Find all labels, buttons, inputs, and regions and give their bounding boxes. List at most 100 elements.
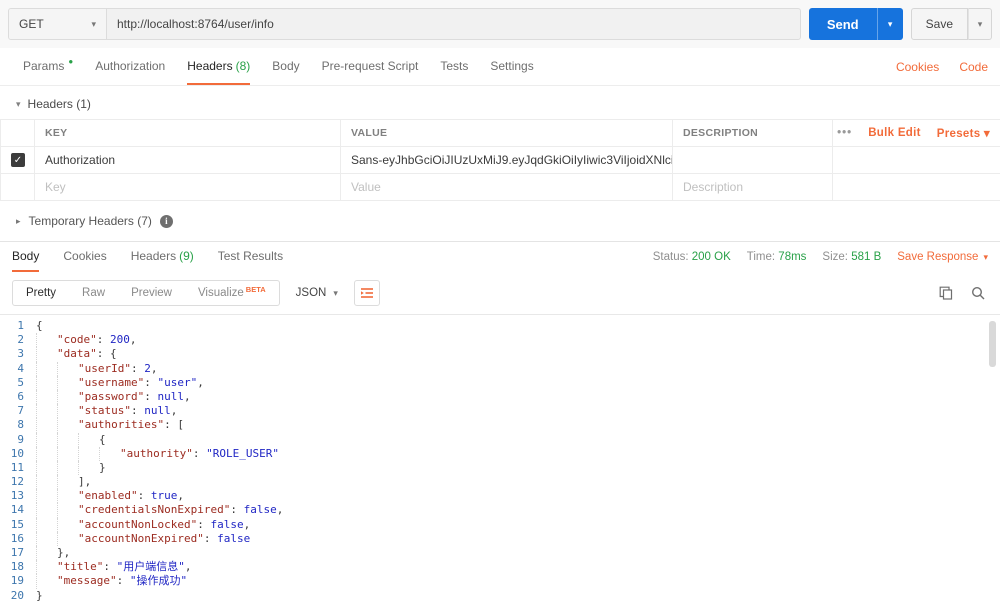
- response-tab-body[interactable]: Body: [12, 242, 40, 272]
- code-line: 6 "password": null,: [0, 389, 1000, 405]
- method-select[interactable]: GET ▾: [9, 9, 107, 39]
- view-pretty[interactable]: Pretty: [13, 281, 69, 305]
- language-select-label: JSON: [295, 287, 327, 299]
- send-dropdown-button[interactable]: ▾: [876, 8, 903, 40]
- tab-pre-request-script[interactable]: Pre-request Script: [322, 48, 419, 85]
- save-label: Save: [925, 17, 953, 31]
- header-key-cell[interactable]: Authorization: [34, 146, 341, 174]
- method-label: GET: [19, 17, 44, 31]
- line-number: 16: [10, 531, 24, 545]
- code-line: 7 "status": null,: [0, 404, 1000, 419]
- key-column-header: KEY: [34, 119, 341, 147]
- tab-headers[interactable]: Headers (8): [187, 48, 251, 85]
- size-label: Size:: [822, 251, 848, 263]
- line-number: 18: [10, 560, 24, 574]
- url-group: GET ▾: [8, 8, 801, 40]
- search-button[interactable]: [968, 283, 988, 303]
- code-line: 4 "userId": 2,: [0, 361, 1000, 376]
- view-preview[interactable]: Preview: [118, 281, 185, 305]
- tab-settings-label: Settings: [490, 58, 534, 73]
- language-select[interactable]: JSON ▾: [292, 287, 342, 299]
- send-button[interactable]: Send: [808, 8, 877, 40]
- key-placeholder[interactable]: Key: [34, 173, 341, 201]
- line-number: 2: [17, 333, 24, 347]
- table-row: ✓ Authorization Sans-eyJhbGciOiJIUzUxMiJ…: [0, 146, 1000, 174]
- save-response-dropdown[interactable]: Save Response ▾: [897, 251, 988, 263]
- line-number: 11: [10, 460, 24, 474]
- response-toolbar: Pretty Raw Preview Visualize BETA JSON ▾: [0, 272, 1000, 314]
- response-tab-headers[interactable]: Headers (9): [131, 242, 194, 272]
- tab-tests-label: Tests: [440, 58, 469, 73]
- code-line: 8 "authorities": [: [0, 418, 1000, 433]
- code-line: 10 "authority": "ROLE_USER": [0, 446, 1000, 461]
- line-number: 3: [17, 347, 24, 361]
- response-section: Body Cookies Headers (9) Test Results St…: [0, 241, 1000, 606]
- status-value: 200 OK: [691, 251, 731, 263]
- beautify-button[interactable]: [353, 280, 380, 306]
- tab-headers-label: Headers: [187, 58, 233, 73]
- search-icon: [971, 286, 985, 300]
- header-value-cell[interactable]: Sans-eyJhbGciOiJIUzUxMiJ9.eyJqdGkiOiIyIi…: [340, 146, 673, 174]
- bulk-edit-link[interactable]: Bulk Edit: [868, 127, 921, 139]
- scrollbar[interactable]: [989, 321, 997, 602]
- row-meta-cell: [832, 146, 1000, 174]
- view-visualize[interactable]: Visualize BETA: [185, 281, 279, 305]
- chevron-down-icon: ▾: [91, 18, 96, 29]
- code-line: 5 "username": "user",: [0, 375, 1000, 390]
- line-number: 7: [17, 404, 24, 418]
- time-pair: Time: 78ms: [747, 251, 807, 263]
- placeholder-meta-cell: [832, 173, 1000, 201]
- status-pair: Status: 200 OK: [653, 251, 731, 263]
- response-tab-cookies-label: Cookies: [63, 249, 107, 263]
- temporary-headers-toggle[interactable]: ▸ Temporary Headers (7) i: [0, 201, 1000, 241]
- code-line: 17},: [0, 546, 1000, 561]
- beta-badge: BETA: [245, 284, 266, 294]
- params-active-dot-icon: ●: [68, 57, 74, 66]
- code-line: 19 "message": "操作成功": [0, 574, 1000, 589]
- more-options-icon[interactable]: •••: [837, 127, 852, 139]
- save-button[interactable]: Save: [910, 8, 968, 40]
- view-raw[interactable]: Raw: [69, 281, 118, 305]
- response-tab-test-results-label: Test Results: [217, 249, 284, 263]
- tab-authorization[interactable]: Authorization: [95, 48, 165, 85]
- presets-label: Presets: [936, 128, 981, 140]
- code-line: 3 "data": {: [0, 347, 1000, 362]
- row-checkbox[interactable]: ✓: [11, 153, 25, 167]
- response-tab-cookies[interactable]: Cookies: [63, 242, 106, 272]
- tab-body[interactable]: Body: [272, 48, 299, 85]
- table-meta-header: ••• Bulk Edit Presets ▾: [832, 119, 1000, 147]
- info-icon[interactable]: i: [159, 214, 173, 228]
- line-number: 8: [17, 418, 24, 432]
- checkbox-column-header: [0, 119, 35, 147]
- description-column-header: DESCRIPTION: [672, 119, 833, 147]
- presets-dropdown[interactable]: Presets ▾: [937, 126, 990, 140]
- line-number: 10: [10, 446, 24, 460]
- copy-button[interactable]: [936, 283, 956, 303]
- save-group: Save ▾: [910, 8, 992, 40]
- line-number: 9: [17, 432, 24, 446]
- tab-params[interactable]: Params ●: [23, 48, 73, 85]
- code-link[interactable]: Code: [959, 60, 988, 74]
- chevron-down-icon: ▾: [16, 98, 21, 109]
- response-body-viewer[interactable]: 1{2 "code": 200, 3 "data": {4 "userId": 2, 5 "…: [0, 314, 1000, 606]
- header-description-cell[interactable]: [672, 146, 833, 174]
- row-checkbox-cell: ✓: [0, 146, 35, 174]
- tab-tests[interactable]: Tests: [440, 48, 468, 85]
- tab-settings[interactable]: Settings: [490, 48, 533, 85]
- scrollbar-thumb[interactable]: [989, 321, 996, 367]
- value-column-header: VALUE: [340, 119, 673, 147]
- value-placeholder[interactable]: Value: [340, 173, 673, 201]
- response-status-group: Status: 200 OK Time: 78ms Size: 581 B Sa…: [653, 242, 988, 272]
- line-number: 4: [17, 361, 24, 375]
- url-input[interactable]: [107, 9, 800, 39]
- response-tab-test-results[interactable]: Test Results: [218, 242, 283, 272]
- tab-pre-request-script-label: Pre-request Script: [321, 58, 419, 73]
- save-dropdown-button[interactable]: ▾: [968, 8, 992, 40]
- code-line: 15 "accountNonLocked": false,: [0, 517, 1000, 532]
- line-number: 20: [10, 588, 24, 602]
- cookies-link[interactable]: Cookies: [896, 60, 939, 74]
- description-placeholder[interactable]: Description: [672, 173, 833, 201]
- headers-section-toggle[interactable]: ▾ Headers (1): [0, 86, 1000, 119]
- line-number: 19: [10, 574, 24, 588]
- placeholder-checkbox-cell: [0, 173, 35, 201]
